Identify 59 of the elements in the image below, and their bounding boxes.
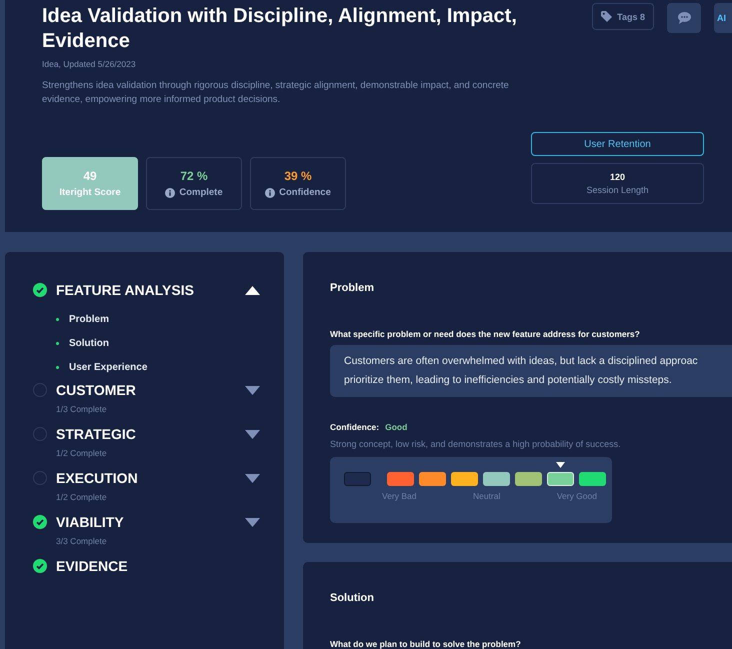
- question-text: What do we plan to build to solve the problem?: [330, 639, 522, 649]
- confidence-swatch[interactable]: [483, 472, 510, 486]
- comment-button[interactable]: [667, 3, 701, 33]
- ai-button[interactable]: AI: [714, 3, 732, 33]
- caret-up-icon[interactable]: [245, 286, 260, 294]
- metric-value: 120: [610, 172, 626, 182]
- tags-button[interactable]: Tags 8: [592, 3, 654, 30]
- scale-label: Very Bad: [382, 491, 416, 501]
- caret-down-icon[interactable]: [245, 430, 260, 438]
- metric-button[interactable]: User Retention: [531, 132, 704, 156]
- confidence-swatch[interactable]: [579, 472, 606, 486]
- confidence-swatch[interactable]: [451, 472, 478, 486]
- completion-count-text: 1/2 Complete: [56, 492, 108, 502]
- section-title[interactable]: STRATEGIC: [56, 426, 245, 442]
- tag-icon: [601, 11, 612, 22]
- subsection-link[interactable]: Solution: [69, 338, 109, 348]
- completion-count-text: 1/2 Complete: [56, 448, 108, 458]
- score-value: 72 %: [180, 169, 208, 183]
- score-label: Complete: [179, 187, 223, 198]
- card-title: Problem: [330, 282, 376, 294]
- score-value: 39 %: [284, 169, 312, 183]
- section-title[interactable]: EXECUTION: [56, 470, 245, 486]
- scale-label: Neutral: [472, 491, 500, 501]
- page-description: Strengthens idea validation through rigorous discipline, strategic alignment, demonstrable impact, and concrete evidence, empowering more informed product decisions.: [42, 79, 510, 107]
- section-title[interactable]: EVIDENCE: [56, 558, 260, 574]
- score-label: Confidence: [279, 187, 331, 198]
- section-title[interactable]: FEATURE ANALYSIS: [56, 282, 245, 298]
- completion-count-text: 3/3 Complete: [56, 536, 108, 546]
- section-title[interactable]: VIABILITY: [56, 514, 245, 530]
- confidence-swatch[interactable]: [344, 472, 371, 486]
- question-text: What specific problem or need does the new feature address for customers?: [330, 329, 641, 339]
- scale-label: Very Good: [556, 491, 597, 501]
- confidence-swatch[interactable]: [419, 472, 446, 486]
- section-title[interactable]: CUSTOMER: [56, 382, 245, 398]
- info-icon: [265, 188, 276, 198]
- caret-down-icon[interactable]: [245, 518, 260, 526]
- bullet-icon: [56, 318, 59, 320]
- confidence-label: Confidence:: [330, 422, 380, 432]
- subsection-link[interactable]: User Experience: [69, 362, 148, 372]
- metric-label: Session Length: [586, 185, 649, 195]
- confidence-swatch[interactable]: [387, 472, 414, 486]
- score-label: Iteright Score: [59, 187, 121, 198]
- subsection-link[interactable]: Problem: [69, 314, 110, 324]
- info-icon: [165, 188, 176, 198]
- confidence-value: Good: [385, 422, 408, 432]
- score-value: 49: [83, 169, 97, 183]
- pointer-icon: [556, 462, 565, 468]
- completion-count-text: 1/3 Complete: [56, 404, 108, 414]
- answer-box[interactable]: Customers are often overwhelmed with ideas, but lack a disciplined approac prioritize them, leading to inefficiencies and potentially costly missteps.: [330, 345, 732, 397]
- card-title: Solution: [330, 592, 375, 604]
- confidence-description: Strong concept, low risk, and demonstrates a high probability of success.: [330, 439, 622, 449]
- bullet-icon: [56, 342, 59, 344]
- caret-down-icon[interactable]: [245, 386, 260, 394]
- caret-down-icon[interactable]: [245, 474, 260, 482]
- confidence-swatch[interactable]: [515, 472, 542, 486]
- page-title: Idea Validation with Discipline, Alignment, Impact, Evidence: [42, 4, 518, 54]
- speech-bubble-icon: [678, 12, 690, 24]
- bullet-icon: [56, 366, 59, 368]
- page-meta: Idea, Updated 5/26/2023: [42, 59, 137, 69]
